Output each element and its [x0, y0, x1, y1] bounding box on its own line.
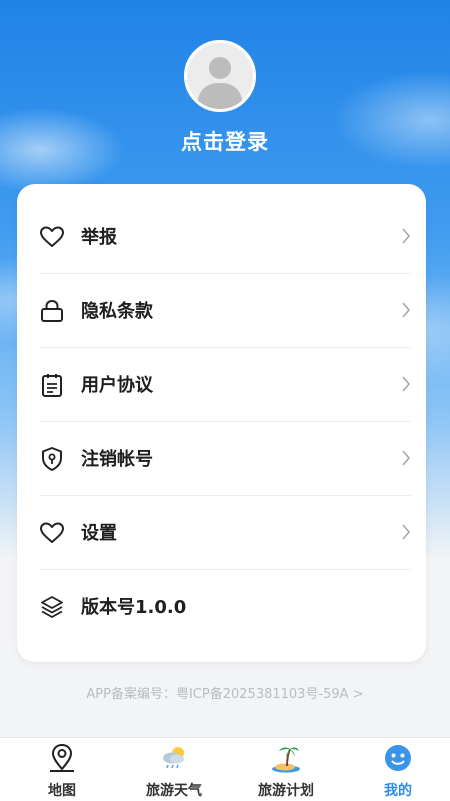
login-button[interactable]: 点击登录	[0, 126, 450, 156]
icp-record-link[interactable]: APP备案编号：粤ICP备2025381103号-59A >	[0, 683, 450, 702]
tab-bar: 地图 旅游天气 旅游计划 我的	[0, 737, 450, 801]
menu-item-label: 版本号1.0.0	[81, 597, 187, 618]
menu-item-label: 设置	[81, 523, 117, 544]
heart-icon	[40, 226, 64, 247]
shield-key-icon	[42, 447, 62, 471]
chevron-right-icon	[402, 228, 411, 244]
chevron-right-icon	[402, 376, 411, 392]
tab-label: 旅游天气	[146, 783, 202, 799]
menu-item-delete-account[interactable]: 注销帐号	[39, 422, 411, 496]
chevron-right-icon	[402, 524, 411, 540]
tab-label: 我的	[384, 783, 412, 799]
layers-icon	[41, 596, 63, 618]
avatar[interactable]	[184, 40, 256, 112]
avatar-silhouette-icon	[197, 57, 243, 109]
menu-item-label: 注销帐号	[81, 449, 153, 470]
smiley-icon	[385, 745, 411, 771]
menu-item-user-agreement[interactable]: 用户协议	[39, 348, 411, 422]
menu-item-report[interactable]: 举报	[39, 200, 411, 274]
clipboard-icon	[42, 374, 62, 397]
menu-card: 举报 隐私条款 用户协议 注销帐号 设置 版本号1.0.0	[17, 184, 426, 662]
lock-icon	[41, 299, 63, 322]
menu-item-label: 用户协议	[81, 375, 153, 396]
menu-item-label: 举报	[81, 227, 117, 248]
island-icon	[272, 747, 300, 773]
tab-travel-plan[interactable]: 旅游计划	[230, 738, 342, 801]
menu-item-version: 版本号1.0.0	[39, 570, 411, 644]
menu-item-settings[interactable]: 设置	[39, 496, 411, 570]
tab-weather[interactable]: 旅游天气	[118, 738, 230, 801]
menu-item-label: 隐私条款	[81, 301, 153, 322]
tab-label: 旅游计划	[258, 783, 314, 799]
chevron-right-icon	[402, 302, 411, 318]
menu-item-privacy[interactable]: 隐私条款	[39, 274, 411, 348]
chevron-right-icon	[402, 450, 411, 466]
heart-icon	[40, 522, 64, 543]
tab-map[interactable]: 地图	[6, 738, 118, 801]
tab-mine[interactable]: 我的	[342, 738, 450, 801]
weather-icon	[163, 747, 184, 769]
map-pin-icon	[50, 743, 74, 772]
tab-label: 地图	[48, 783, 76, 799]
